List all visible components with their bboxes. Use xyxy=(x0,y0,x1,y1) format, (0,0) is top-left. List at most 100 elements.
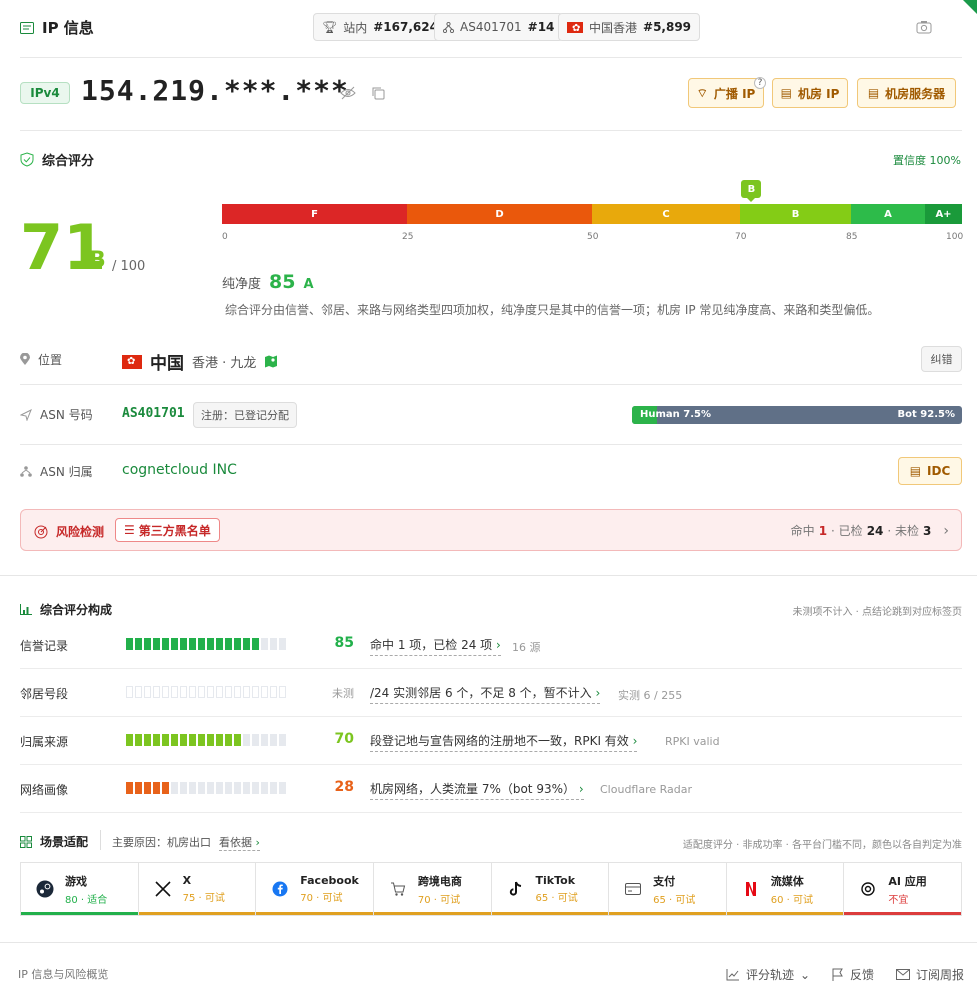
risk-checked-value: 24 xyxy=(866,523,884,538)
trophy-icon: 🏆︎ xyxy=(322,20,338,34)
location-label: 位置 xyxy=(20,351,62,368)
eye-off-icon[interactable] xyxy=(340,86,356,100)
meter-segment xyxy=(135,686,142,698)
meter-segment xyxy=(225,686,232,698)
camera-icon[interactable] xyxy=(916,20,932,34)
datacenter-ip-tag[interactable]: ▤ 机房 IP xyxy=(772,78,848,108)
meter-segment xyxy=(252,734,259,746)
datacenter-server-tag[interactable]: ▤ 机房服务器 xyxy=(857,78,956,108)
breakdown-row-label: 归属来源 xyxy=(20,735,69,749)
server-icon: ▤ xyxy=(909,464,922,478)
meter-segment xyxy=(252,782,259,794)
meter-segment xyxy=(144,782,151,794)
confidence: 置信度 100% xyxy=(893,154,961,167)
hk-flag-icon xyxy=(567,21,583,36)
history-button[interactable]: 评分轨迹 ⌄ xyxy=(726,966,810,983)
meter-segment xyxy=(153,686,160,698)
breakdown-row-value: 85 xyxy=(334,635,354,651)
risk-detection-bar[interactable]: 风险检测 ☰ 第三方黑名单 命中 1 · 已检 24 · 未检 3 › xyxy=(20,509,962,551)
breakdown-row-desc[interactable]: 命中 1 项，已检 24 项 › xyxy=(370,636,501,656)
breakdown-row-desc-text: 机房网络，人类流量 7%（bot 93%） xyxy=(370,782,576,796)
meter-segment xyxy=(135,782,142,794)
scenario-name: TikTok xyxy=(535,874,576,887)
scenario-card-gaming[interactable]: 游戏 80 · 适合 xyxy=(21,863,139,915)
meter-segment xyxy=(207,782,214,794)
scenario-name: 游戏 xyxy=(65,874,87,888)
rank-region[interactable]: 中国香港 #5,899 xyxy=(558,13,701,41)
rank-asn-value: #14 xyxy=(527,20,555,34)
scenario-card-ecommerce[interactable]: 跨境电商 70 · 可试 xyxy=(373,863,492,915)
server-stack-icon: ▤ xyxy=(867,86,880,100)
x-icon xyxy=(153,879,173,899)
meter-segment xyxy=(171,782,178,794)
meter-segment xyxy=(162,638,169,650)
breakdown-row-meter xyxy=(126,734,286,746)
grade-tick-label: 25 xyxy=(402,232,414,242)
overall-score-title: 综合评分 xyxy=(42,154,95,169)
meter-segment xyxy=(252,638,259,650)
risk-hit-value: 1 xyxy=(818,523,828,538)
owner-name[interactable]: cognetcloud INC xyxy=(122,462,237,478)
scenario-card-facebook[interactable]: Facebook 70 · 可试 xyxy=(256,863,374,915)
meter-segment xyxy=(270,782,277,794)
meter-segment xyxy=(153,782,160,794)
scenario-name: AI 应用 xyxy=(888,874,927,888)
scenario-card-x[interactable]: X 75 · 可试 xyxy=(138,863,257,915)
asn-number[interactable]: AS401701 xyxy=(122,406,185,421)
human-share-label: Human 7.5% xyxy=(640,409,711,420)
scenario-card-tiktok[interactable]: TikTok 65 · 可试 xyxy=(491,863,610,915)
help-icon[interactable]: ? xyxy=(754,77,766,89)
server-icon: ▤ xyxy=(780,86,792,100)
scenario-card-payment[interactable]: 支付 65 · 可试 xyxy=(609,863,727,915)
pin-icon xyxy=(20,353,30,365)
scenario-underline xyxy=(373,912,491,915)
section-divider xyxy=(0,942,977,943)
rank-site[interactable]: 🏆︎ 站内 #167,624 xyxy=(313,13,447,41)
breakdown-row-value: 28 xyxy=(334,779,354,795)
breakdown-heading: 综合评分构成 xyxy=(20,601,112,618)
breakdown-row-desc[interactable]: 段登记地与宣告网络的注册地不一致，RPKI 有效 › xyxy=(370,732,638,752)
grade-band-aplus: A+ xyxy=(925,204,962,224)
broadcast-ip-tag[interactable]: ⌔ 广播 IP xyxy=(688,78,764,108)
grid-icon xyxy=(20,835,32,848)
asn-label-text: ASN 号码 xyxy=(40,408,93,422)
broadcast-ip-label: 广播 IP xyxy=(713,86,756,101)
page-title-text: IP 信息 xyxy=(42,19,94,37)
scenario-card-ai[interactable]: AI 应用 不宜 xyxy=(844,863,961,915)
risk-title-text: 风险检测 xyxy=(56,525,105,539)
card-icon xyxy=(623,879,643,899)
send-icon xyxy=(20,408,32,421)
rank-asn[interactable]: AS401701 #14 xyxy=(434,13,564,41)
meter-segment xyxy=(153,734,160,746)
grade-tick-label: 100 xyxy=(946,232,964,242)
meter-segment xyxy=(243,638,250,650)
meter-segment xyxy=(261,686,268,698)
divider xyxy=(20,384,962,385)
idc-tag[interactable]: ▤ IDC xyxy=(898,457,962,485)
breakdown-row-desc[interactable]: 机房网络，人类流量 7%（bot 93%） › xyxy=(370,780,584,800)
copy-icon[interactable] xyxy=(371,86,385,100)
page-title: IP 信息 xyxy=(20,17,94,38)
meter-segment xyxy=(144,638,151,650)
bar-chart-icon xyxy=(20,604,32,615)
scenario-card-streaming[interactable]: 流媒体 60 · 可试 xyxy=(726,863,845,915)
divider xyxy=(20,716,962,717)
breakdown-row-desc[interactable]: /24 实测邻居 6 个，不足 8 个，暂不计入 › xyxy=(370,684,601,704)
meter-segment xyxy=(225,734,232,746)
meter-segment xyxy=(171,734,178,746)
meter-segment xyxy=(225,782,232,794)
meter-segment xyxy=(135,734,142,746)
fix-button[interactable]: 纠错 xyxy=(921,346,962,372)
openai-icon xyxy=(858,879,878,899)
blacklist-badge[interactable]: ☰ 第三方黑名单 xyxy=(115,518,220,542)
divider xyxy=(20,444,962,445)
chevron-down-icon: ⌄ xyxy=(800,967,811,982)
meter-segment xyxy=(234,638,241,650)
meter-segment xyxy=(144,686,151,698)
meter-segment xyxy=(207,686,214,698)
evidence-link[interactable]: 看依据 › xyxy=(219,834,260,851)
feedback-button[interactable]: 反馈 xyxy=(832,966,874,983)
subscribe-button[interactable]: 订阅周报 xyxy=(896,966,964,983)
meter-segment xyxy=(126,686,133,698)
map-icon[interactable] xyxy=(264,355,278,368)
